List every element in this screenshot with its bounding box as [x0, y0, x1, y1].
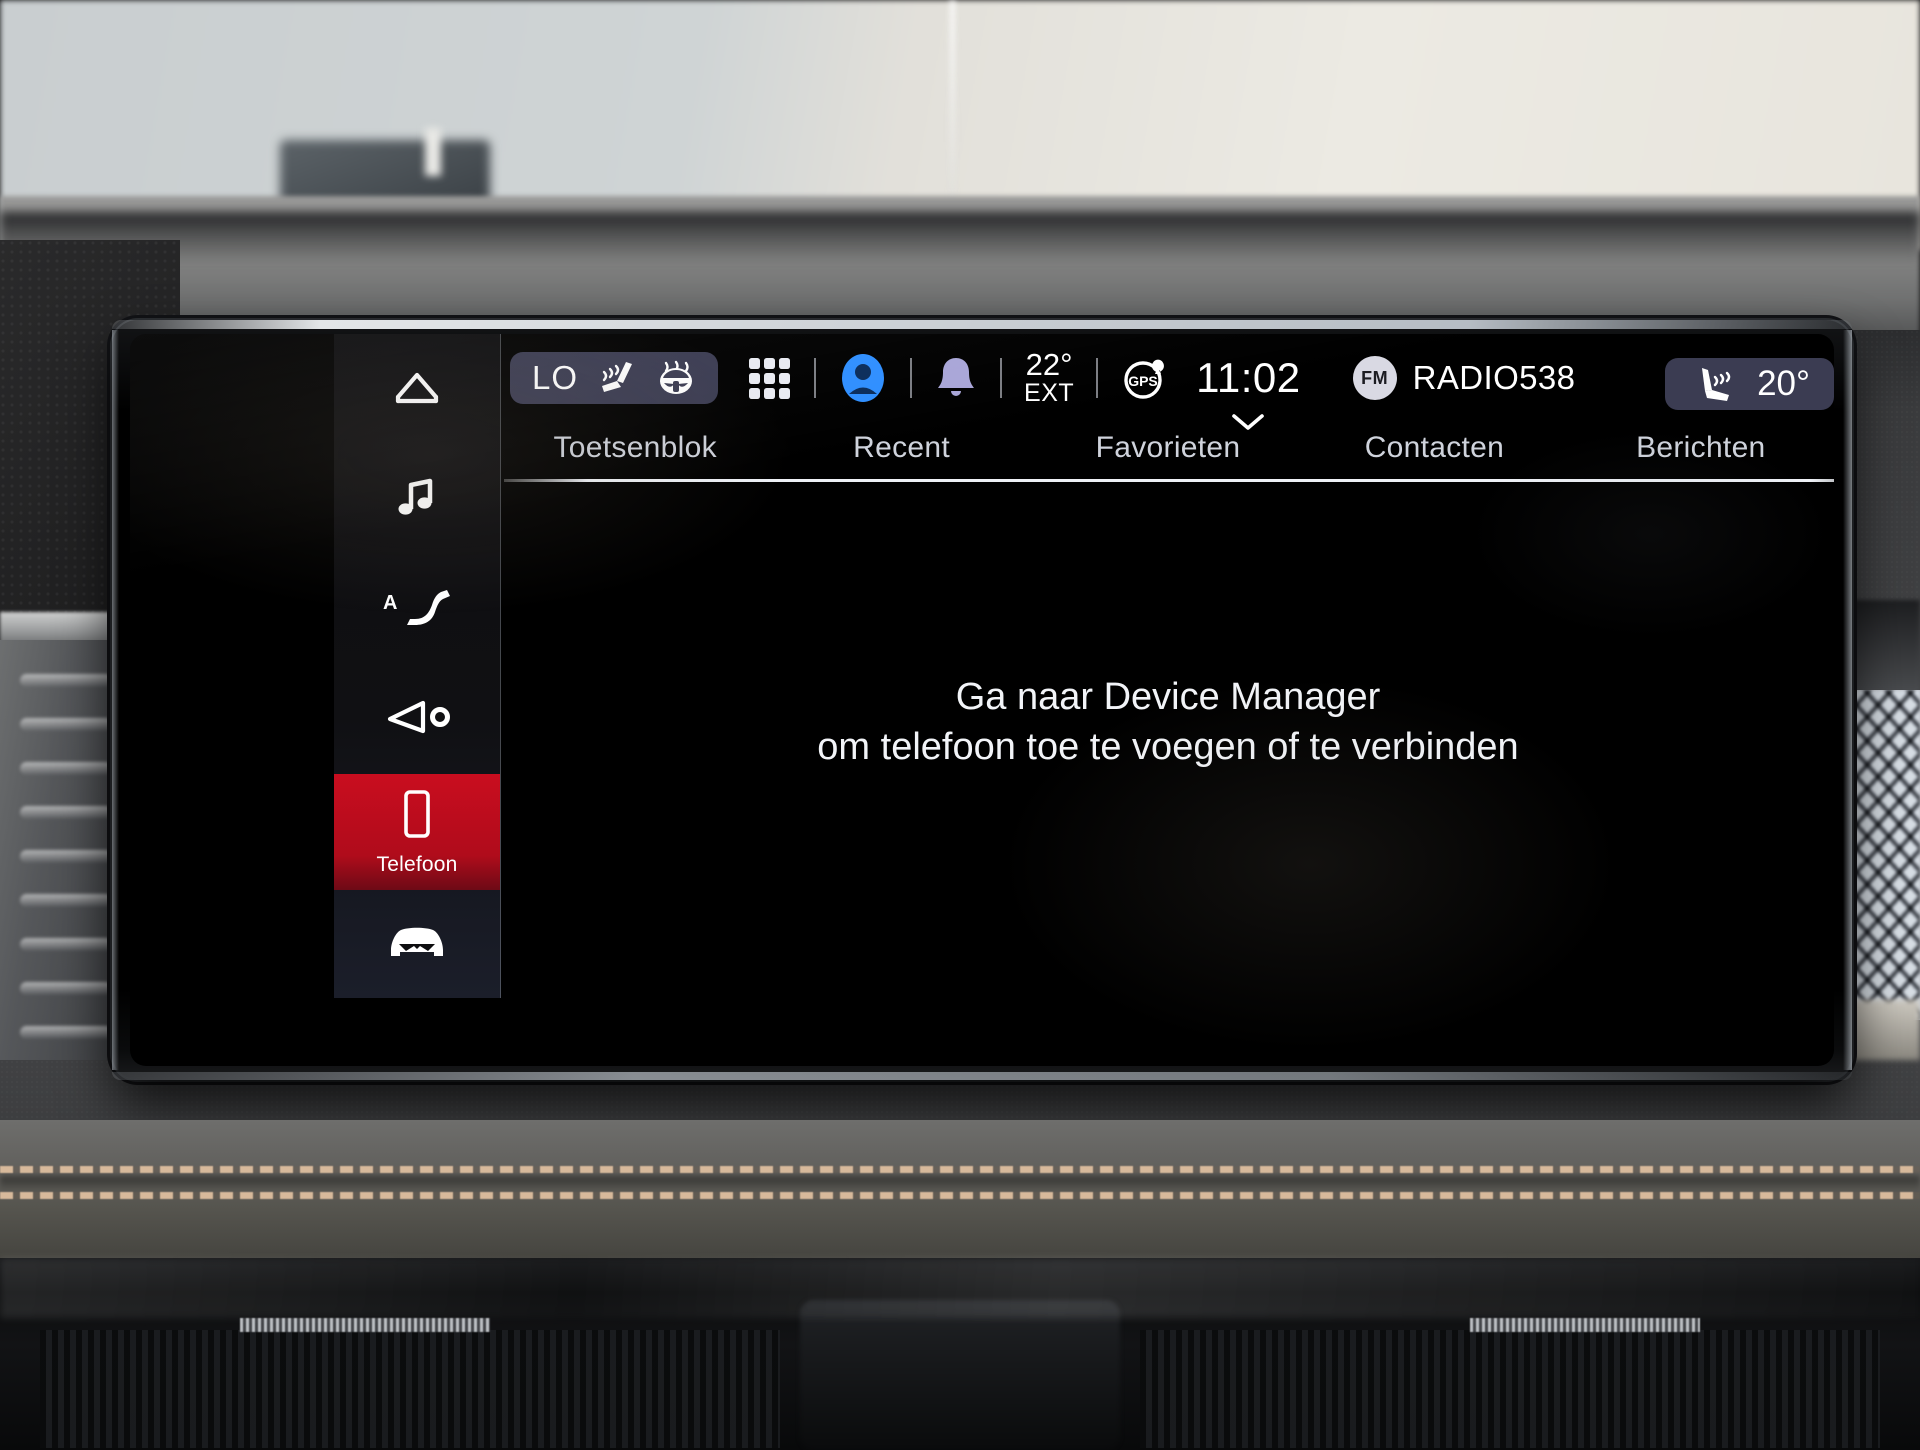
tab-contacten[interactable]: Contacten [1301, 431, 1567, 465]
gps-icon[interactable]: GPS [1120, 354, 1170, 402]
heated-seat-icon[interactable] [596, 359, 638, 397]
tab-underline [504, 479, 1834, 482]
tab-toetsenblok[interactable]: Toetsenblok [502, 431, 768, 465]
svg-text:A: A [383, 592, 397, 614]
exterior-temperature: 22° EXT [1024, 349, 1074, 406]
bezel-bottom-highlight [112, 1072, 1852, 1080]
console-gloss [0, 1258, 1920, 1318]
radio-band-badge: FM [1352, 356, 1397, 400]
air-vent-right [1140, 1330, 1880, 1448]
console-trim-right [1470, 1318, 1700, 1332]
dashboard-stitching [0, 1192, 1920, 1199]
bezel-left-edge [112, 330, 119, 1070]
bezel-right-edge [1843, 330, 1852, 1070]
status-divider [1096, 358, 1099, 398]
climate-right-button[interactable]: 20° [1665, 358, 1834, 410]
tab-bar[interactable]: Toetsenblok Recent Favorieten Contacten … [502, 420, 1834, 476]
heated-steering-wheel-icon[interactable] [656, 359, 696, 397]
message-line-2: om telefoon toe te voegen of te verbinde… [817, 726, 1519, 769]
exterior-temp-label: EXT [1024, 379, 1075, 408]
bezel-top-highlight [112, 320, 1852, 329]
stitch-shadow [0, 1176, 1920, 1190]
lower-dash-panel [0, 1120, 1920, 1260]
tab-recent[interactable]: Recent [768, 431, 1034, 465]
radio-now-playing[interactable]: FM RADIO538 [1352, 356, 1576, 400]
sidebar-item-media[interactable] [334, 444, 500, 554]
climate-left-temp: LO [532, 359, 579, 396]
music-note-icon [396, 475, 438, 524]
home-icon [394, 367, 440, 412]
air-vent-left [40, 1330, 780, 1448]
sidebar-item-vehicle[interactable] [334, 890, 500, 998]
sidebar-item-home[interactable] [334, 334, 500, 444]
status-divider [814, 358, 817, 398]
heated-seat-icon[interactable] [1689, 365, 1731, 403]
sidebar-item-navigation[interactable] [334, 664, 500, 774]
tab-favorieten[interactable]: Favorieten [1035, 431, 1301, 465]
sidebar-item-comfort[interactable]: A [334, 554, 500, 664]
climate-right-temp: 20° [1757, 364, 1810, 403]
infotainment-head-unit: A Telefoon LO 22° EXT GPS 11:02 FM RADIO… [112, 320, 1852, 1080]
exterior-temp-value: 22° [1025, 347, 1073, 383]
bell-icon[interactable] [934, 354, 978, 402]
empty-state-message: Ga naar Device Manager om telefoon toe t… [502, 672, 1834, 772]
phone-icon [400, 788, 434, 845]
svg-text:GPS: GPS [1128, 373, 1158, 389]
console-control-module [800, 1300, 1120, 1450]
status-divider [1000, 358, 1003, 398]
status-bar[interactable]: LO 22° EXT GPS 11:02 FM RADIO538 20° [502, 344, 1834, 430]
car-front-icon [384, 920, 450, 969]
photo-scene: A Telefoon LO 22° EXT GPS 11:02 FM RADIO… [0, 0, 1920, 1450]
sidebar-item-label: Telefoon [376, 852, 458, 876]
message-line-1: Ga naar Device Manager [955, 676, 1381, 718]
climate-left-button[interactable]: LO [510, 352, 719, 404]
sidebar-item-phone[interactable]: Telefoon [334, 774, 500, 890]
clock[interactable]: 11:02 [1196, 354, 1301, 430]
lcd-screen[interactable]: A Telefoon LO 22° EXT GPS 11:02 FM RADIO… [130, 334, 1834, 1066]
dashboard-stitching [0, 1166, 1920, 1173]
radio-station-name: RADIO538 [1412, 359, 1576, 396]
user-profile-icon[interactable] [838, 351, 888, 405]
seat-comfort-icon: A [377, 583, 457, 636]
left-speaker-grille [0, 640, 125, 1060]
status-divider [910, 358, 913, 398]
main-sidebar[interactable]: A Telefoon [334, 334, 501, 998]
dashboard-shadow [0, 212, 1920, 264]
main-content: Ga naar Device Manager om telefoon toe t… [502, 484, 1834, 998]
navigation-arrow-icon [382, 697, 452, 742]
apps-grid-icon[interactable] [746, 355, 792, 401]
background-object-highlight [425, 128, 441, 176]
tab-berichten[interactable]: Berichten [1568, 431, 1834, 465]
console-trim-left [240, 1318, 490, 1332]
